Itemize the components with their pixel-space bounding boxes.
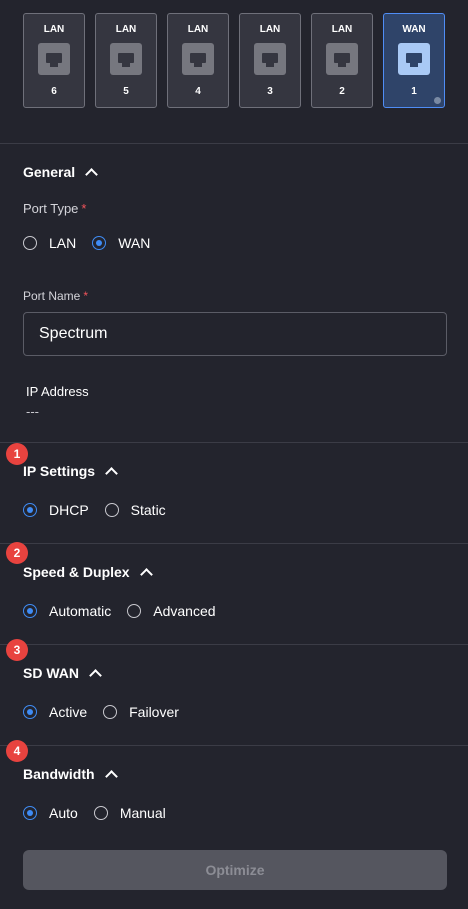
port-selector: LAN 6 LAN 5 LAN 4 LAN 3 LAN 2 WAN 1 — [23, 13, 447, 110]
ethernet-port-icon — [326, 43, 358, 75]
port-type-option-wan[interactable]: WAN — [92, 235, 150, 251]
radio-button[interactable] — [93, 806, 108, 820]
radio-button[interactable] — [23, 236, 37, 250]
radio-button[interactable] — [92, 236, 107, 250]
radio-button[interactable] — [127, 604, 142, 618]
ip-settings-radio-group: DHCP Static — [23, 502, 182, 518]
bandwidth-radio-group: Auto Manual — [23, 805, 182, 821]
port-type-label: WAN — [402, 24, 426, 35]
port-number: 2 — [339, 86, 345, 97]
chevron-up-icon[interactable] — [89, 669, 102, 682]
chevron-up-icon[interactable] — [104, 770, 118, 783]
divider — [0, 543, 468, 544]
port-name-text: Port Name — [23, 289, 81, 303]
ethernet-port-icon — [38, 43, 70, 75]
sd-wan-title: SD WAN — [23, 665, 79, 681]
port-name-label: Port Name * — [23, 289, 88, 303]
port-type-label: LAN — [187, 24, 209, 35]
ethernet-port-icon — [182, 43, 214, 75]
port-type-label: LAN — [115, 24, 137, 35]
radio-button[interactable] — [23, 604, 37, 618]
sd-wan-radio-group: Active Failover — [23, 704, 195, 720]
radio-label: Advanced — [153, 603, 216, 619]
port-type-radio-group: LAN WAN — [23, 235, 166, 251]
sd-wan-section-header[interactable]: SD WAN — [23, 665, 102, 682]
port-type-label: LAN — [43, 24, 65, 35]
port-type-text: Port Type — [23, 201, 79, 216]
radio-label: WAN — [118, 235, 151, 251]
ethernet-port-icon — [254, 43, 286, 75]
radio-label: LAN — [49, 235, 77, 251]
bandwidth-title: Bandwidth — [23, 766, 95, 782]
ip-address-label: IP Address — [26, 384, 89, 399]
chevron-up-icon[interactable] — [139, 568, 153, 581]
ip-settings-title: IP Settings — [23, 463, 96, 479]
port-lan-6[interactable]: LAN 6 — [23, 13, 85, 108]
ip-settings-section-header[interactable]: IP Settings — [23, 463, 118, 480]
radio-label: DHCP — [49, 502, 89, 518]
port-number: 4 — [195, 86, 201, 97]
speed-duplex-title: Speed & Duplex — [23, 564, 130, 580]
ethernet-port-icon — [110, 43, 142, 75]
port-type-label: LAN — [259, 24, 281, 35]
speed-duplex-option-advanced[interactable]: Advanced — [127, 603, 216, 619]
port-lan-3[interactable]: LAN 3 — [239, 13, 301, 108]
general-title: General — [23, 164, 76, 180]
port-number: 1 — [411, 86, 417, 97]
divider — [0, 442, 468, 443]
step-badge: 2 — [6, 542, 28, 564]
port-lan-4[interactable]: LAN 4 — [167, 13, 229, 108]
radio-label: Automatic — [49, 603, 112, 619]
speed-duplex-option-automatic[interactable]: Automatic — [23, 603, 111, 619]
port-wan-1[interactable]: WAN 1 — [383, 13, 445, 108]
radio-button[interactable] — [23, 806, 37, 820]
speed-duplex-section-header[interactable]: Speed & Duplex — [23, 564, 153, 581]
radio-button[interactable] — [103, 705, 118, 719]
general-section-header[interactable]: General — [23, 164, 99, 181]
radio-button[interactable] — [23, 503, 37, 517]
port-number: 3 — [267, 86, 273, 97]
port-lan-2[interactable]: LAN 2 — [311, 13, 373, 108]
required-mark: * — [83, 289, 89, 303]
step-badge: 1 — [6, 443, 28, 465]
radio-label: Manual — [119, 805, 166, 821]
optimize-button[interactable]: Optimize — [23, 850, 447, 890]
sd-wan-option-active[interactable]: Active — [23, 704, 87, 720]
port-type-label: Port Type * — [23, 201, 86, 216]
port-type-label: LAN — [331, 24, 353, 35]
chevron-up-icon[interactable] — [85, 168, 99, 181]
radio-label: Failover — [129, 704, 179, 720]
step-badge: 4 — [6, 740, 28, 762]
divider — [0, 644, 468, 645]
ip-settings-option-dhcp[interactable]: DHCP — [23, 502, 89, 518]
speed-duplex-radio-group: Automatic Advanced — [23, 603, 232, 619]
divider — [0, 745, 468, 746]
chevron-up-icon[interactable] — [105, 467, 118, 480]
divider — [0, 143, 468, 144]
bandwidth-option-manual[interactable]: Manual — [93, 805, 166, 821]
port-name-input[interactable] — [23, 312, 447, 356]
sd-wan-option-failover[interactable]: Failover — [103, 704, 179, 720]
port-type-option-lan[interactable]: LAN — [23, 235, 76, 251]
ip-settings-option-static[interactable]: Static — [104, 502, 166, 518]
radio-label: Auto — [49, 805, 78, 821]
radio-label: Static — [130, 502, 166, 518]
port-number: 5 — [123, 86, 129, 97]
step-badge: 3 — [6, 639, 28, 661]
ip-address-value: --- — [26, 404, 39, 419]
radio-label: Active — [49, 704, 88, 720]
ethernet-port-icon — [398, 43, 430, 75]
port-lan-5[interactable]: LAN 5 — [95, 13, 157, 108]
port-number: 6 — [51, 86, 57, 97]
radio-button[interactable] — [23, 705, 37, 719]
bandwidth-option-auto[interactable]: Auto — [23, 805, 78, 821]
bandwidth-section-header[interactable]: Bandwidth — [23, 766, 118, 783]
port-status-dot — [434, 97, 441, 104]
radio-button[interactable] — [104, 503, 119, 517]
required-mark: * — [81, 201, 87, 216]
